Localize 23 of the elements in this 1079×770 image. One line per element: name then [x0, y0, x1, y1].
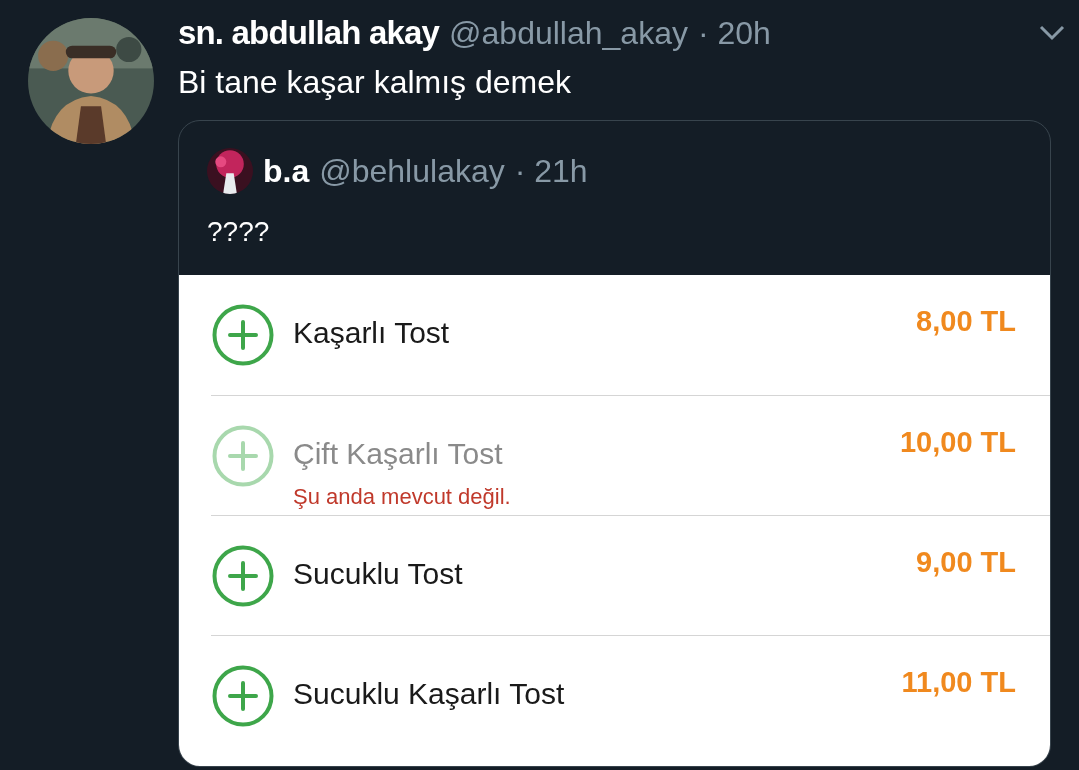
plus-circle-icon[interactable] [211, 424, 275, 488]
plus-circle-icon[interactable] [211, 664, 275, 728]
tweet-time: · 21h [514, 152, 588, 191]
user-handle: @behlulakay [319, 152, 505, 191]
tweet-time: · 20h [697, 14, 771, 53]
plus-circle-icon[interactable] [211, 303, 275, 367]
item-name: Sucuklu Tost [293, 556, 463, 592]
display-name: b.a [263, 152, 310, 191]
quoted-tweet-card[interactable]: b.a @behlulakay · 21h ???? Kaşarlı Tost 8,00 TL Çift Kaşarlı Tost Şu anda mevcut değil. 10,00 TL Sucuklu Tost 9,00 TL Sucuklu Kaşarlı Tost 11,00 TL [178, 120, 1051, 767]
chevron-down-icon[interactable] [1039, 25, 1065, 41]
item-price: 11,00 TL [901, 665, 1016, 700]
item-price: 8,00 TL [916, 304, 1016, 339]
tweet-text: Bi tane kaşar kalmış demek [178, 63, 573, 102]
plus-circle-icon[interactable] [211, 544, 275, 608]
item-name: Çift Kaşarlı Tost [293, 436, 504, 472]
item-name: Sucuklu Kaşarlı Tost [293, 676, 565, 712]
user-handle: @abdullah_akay [449, 14, 688, 53]
unavailable-note: Şu anda mevcut değil. [293, 483, 511, 511]
item-price: 9,00 TL [916, 545, 1016, 580]
display-name: sn. abdullah akay [178, 13, 440, 54]
item-price: 10,00 TL [899, 425, 1016, 460]
item-name: Kaşarlı Tost [293, 315, 450, 351]
tweet-text: ???? [206, 215, 271, 249]
